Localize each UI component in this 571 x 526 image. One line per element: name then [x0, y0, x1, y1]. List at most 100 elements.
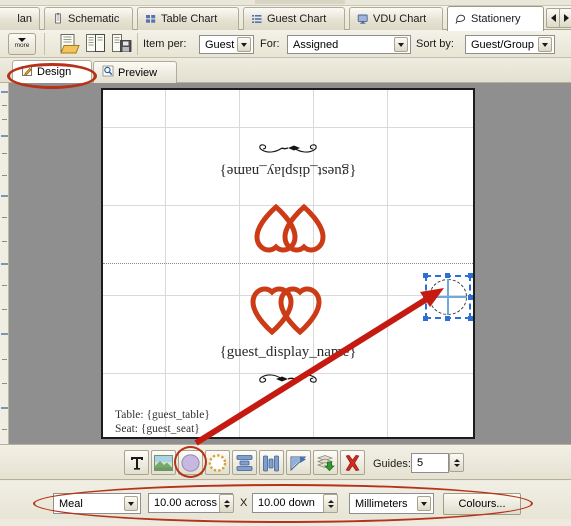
resize-handle[interactable] — [445, 273, 450, 278]
guest-chart-icon — [251, 13, 263, 25]
seat-number-field[interactable]: Seat: {guest_seat} — [115, 422, 200, 436]
stationery-icon — [455, 13, 467, 25]
for-select[interactable]: Assigned — [287, 35, 411, 54]
chevron-down-icon — [237, 37, 251, 52]
align-vertical-button[interactable] — [232, 450, 257, 475]
add-ellipse-button[interactable] — [178, 450, 203, 475]
colours-button[interactable]: Colours... — [443, 493, 521, 515]
shape-tools-toolbar: Guides: 5 — [0, 444, 571, 480]
item-per-select[interactable]: Guest — [199, 35, 254, 54]
add-picture-button[interactable] — [151, 450, 176, 475]
chevron-down-icon — [417, 496, 431, 511]
guides-stepper[interactable] — [449, 453, 464, 472]
stepper-down-icon[interactable] — [327, 504, 334, 508]
top-guest-name-field[interactable]: {guest_display_name} — [103, 162, 473, 179]
table-chart-icon — [145, 13, 157, 25]
resize-handle[interactable] — [423, 295, 428, 300]
tab-plan-label: lan — [17, 13, 32, 25]
resize-handle[interactable] — [423, 316, 428, 321]
rotate-button[interactable] — [286, 450, 311, 475]
bottom-guest-name-field[interactable]: {guest_display_name} — [103, 344, 473, 361]
top-flourish-ornament[interactable] — [103, 138, 473, 155]
top-double-hearts-image[interactable] — [103, 202, 473, 267]
design-canvas-area[interactable]: {guest_display_name} {guest_display_name… — [0, 83, 571, 444]
stationery-page[interactable]: {guest_display_name} {guest_display_name… — [101, 88, 475, 439]
size-down-stepper[interactable] — [323, 494, 338, 513]
sort-by-select[interactable]: Guest/Group — [465, 35, 555, 54]
resize-handle[interactable] — [468, 295, 473, 300]
tab-schematic[interactable]: Schematic — [44, 7, 133, 30]
size-down-value: 10.00 down — [258, 497, 315, 509]
pencil-icon — [21, 65, 33, 80]
guides-label: Guides: — [373, 458, 411, 470]
tab-preview[interactable]: Preview — [93, 61, 177, 83]
guides-input[interactable]: 5 — [411, 453, 449, 473]
tab-stationery-label: Stationery — [471, 13, 521, 25]
tab-vdu-chart-label: VDU Chart — [373, 13, 427, 25]
more-button-label: more — [14, 42, 30, 50]
tab-design[interactable]: Design — [12, 60, 92, 83]
toolbar-separator-2 — [137, 33, 138, 55]
stationery-toolbar: more Item per: Guest For: Assigned Sort … — [0, 30, 571, 58]
sort-by-value: Guest/Group — [471, 38, 534, 51]
toolbar-separator — [44, 33, 45, 55]
stepper-down-icon[interactable] — [223, 504, 230, 508]
design-preview-tabbar: Design Preview — [0, 58, 571, 83]
chevron-left-icon — [551, 14, 556, 22]
window-bottom-edge — [0, 519, 571, 526]
add-polygon-button[interactable] — [205, 450, 230, 475]
tab-table-chart-label: Table Chart — [161, 13, 218, 25]
new-document-button[interactable] — [84, 32, 108, 56]
size-across-value: 10.00 across — [154, 497, 217, 509]
resize-handle[interactable] — [468, 273, 473, 278]
item-type-value: Meal — [59, 497, 83, 510]
size-across-stepper[interactable] — [219, 494, 234, 513]
selected-ellipse-shape[interactable] — [423, 273, 473, 321]
chevron-down-icon — [394, 37, 408, 52]
for-value: Assigned — [293, 38, 339, 51]
tab-table-chart[interactable]: Table Chart — [137, 7, 239, 30]
guides-value: 5 — [417, 457, 424, 469]
tab-stationery[interactable]: Stationery — [447, 6, 544, 31]
resize-handle[interactable] — [423, 273, 428, 278]
bottom-double-hearts-image[interactable] — [103, 275, 473, 340]
tab-schematic-label: Schematic — [68, 13, 120, 25]
item-type-select[interactable]: Meal — [53, 493, 141, 514]
tab-vdu-chart[interactable]: VDU Chart — [349, 7, 443, 30]
add-text-button[interactable] — [124, 450, 149, 475]
chevron-right-icon — [564, 14, 569, 22]
vdu-chart-icon — [357, 13, 369, 25]
send-to-back-button[interactable] — [313, 450, 338, 475]
sort-by-label: Sort by: — [416, 38, 454, 50]
units-select[interactable]: Millimeters — [349, 493, 434, 514]
resize-handle[interactable] — [468, 316, 473, 321]
for-label: For: — [260, 38, 280, 50]
scroll-tabs-right-button[interactable] — [559, 8, 571, 28]
open-document-button[interactable] — [58, 32, 82, 56]
more-button[interactable]: more — [8, 33, 36, 55]
bottom-flourish-ornament[interactable] — [103, 372, 473, 389]
schematic-icon — [52, 13, 64, 25]
magnifier-icon — [102, 65, 114, 80]
align-horizontal-button[interactable] — [259, 450, 284, 475]
stepper-up-icon[interactable] — [223, 499, 230, 503]
save-document-button[interactable] — [110, 32, 134, 56]
tab-preview-label: Preview — [118, 66, 158, 79]
chevron-down-icon — [538, 37, 552, 52]
stepper-up-icon[interactable] — [327, 499, 334, 503]
table-number-field[interactable]: Table: {guest_table} — [115, 408, 210, 422]
main-tab-bar: lan Schematic Table Chart Guest Chart VD… — [0, 6, 571, 31]
tab-plan[interactable]: lan — [0, 7, 40, 30]
delete-shape-button[interactable] — [340, 450, 365, 475]
dimension-separator-label: X — [240, 497, 248, 509]
stepper-down-icon[interactable] — [453, 463, 460, 467]
stepper-up-icon[interactable] — [453, 458, 460, 462]
tab-guest-chart[interactable]: Guest Chart — [243, 7, 345, 30]
chevron-down-icon — [124, 496, 138, 511]
resize-handle[interactable] — [445, 316, 450, 321]
tab-design-label: Design — [37, 66, 72, 78]
item-per-value: Guest — [205, 38, 235, 51]
crosshair-vertical — [447, 279, 449, 315]
grid-line — [103, 127, 473, 128]
vertical-ruler[interactable] — [0, 83, 9, 444]
